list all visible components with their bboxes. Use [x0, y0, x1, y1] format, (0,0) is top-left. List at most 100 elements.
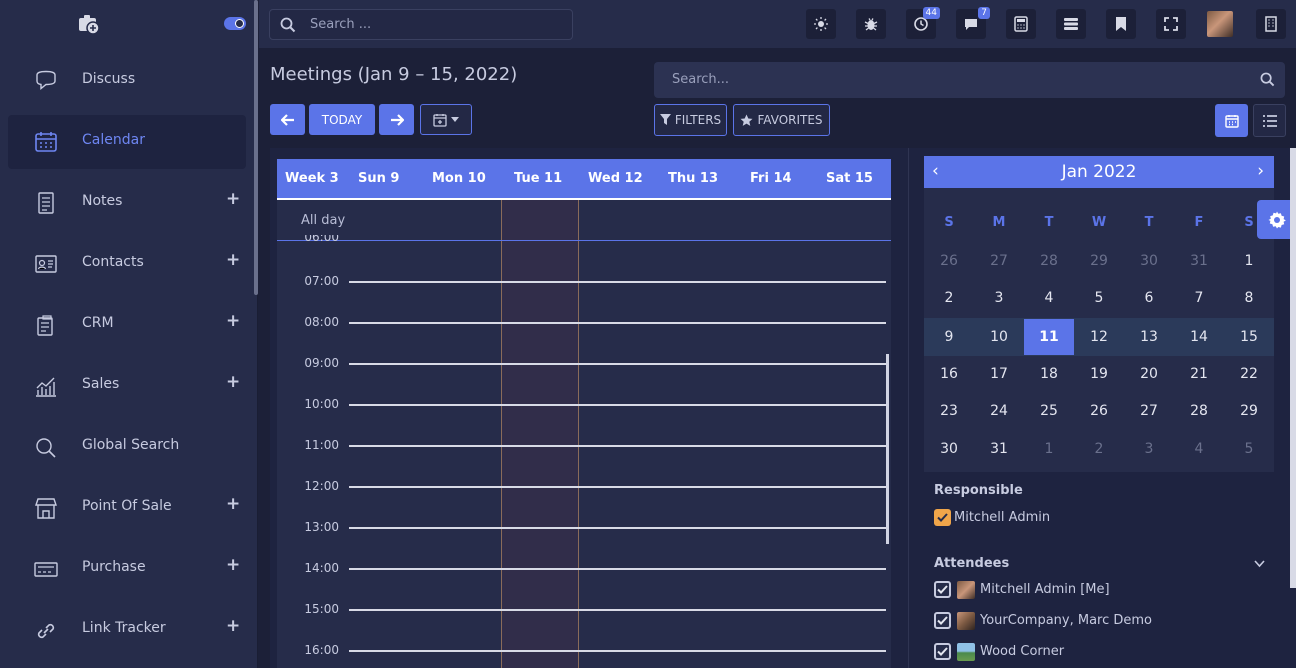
day-header[interactable]: Thu 13 — [668, 171, 718, 186]
sidebar-scrollbar[interactable] — [254, 0, 258, 295]
messages-button[interactable]: 7 — [956, 7, 990, 39]
theme-button[interactable] — [806, 9, 836, 39]
hour-line[interactable] — [349, 281, 886, 283]
today-column[interactable] — [501, 200, 579, 668]
hour-line[interactable] — [349, 568, 886, 570]
mini-calendar-day[interactable]: 4 — [1174, 431, 1224, 467]
mini-calendar-day[interactable]: 9 — [924, 319, 974, 355]
mini-calendar-day[interactable]: 29 — [1074, 243, 1124, 279]
expand-plus-icon[interactable]: + — [226, 250, 240, 270]
fullscreen-button[interactable] — [1156, 9, 1186, 39]
mini-calendar-day[interactable]: 5 — [1074, 280, 1124, 316]
calculator-button[interactable] — [1006, 9, 1036, 39]
user-avatar[interactable] — [1207, 11, 1233, 37]
mini-calendar-day[interactable]: 26 — [924, 243, 974, 279]
day-header[interactable]: Mon 10 — [432, 171, 486, 186]
previous-button[interactable] — [270, 104, 305, 135]
mini-calendar-day[interactable]: 6 — [1124, 280, 1174, 316]
mini-calendar-day[interactable]: 3 — [974, 280, 1024, 316]
mini-calendar-day[interactable]: 31 — [974, 431, 1024, 467]
side-panel-scrollbar[interactable] — [1290, 148, 1296, 588]
calendar-scrollbar[interactable] — [886, 354, 889, 544]
next-button[interactable] — [379, 104, 414, 135]
expand-plus-icon[interactable]: + — [226, 616, 240, 636]
chevron-down-icon[interactable] — [1254, 560, 1265, 568]
mini-calendar-day[interactable]: 1 — [1024, 431, 1074, 467]
mini-calendar-day[interactable]: 20 — [1124, 356, 1174, 392]
today-button[interactable]: TODAY — [309, 104, 375, 135]
mini-calendar-day[interactable]: 26 — [1074, 393, 1124, 429]
mini-calendar-day[interactable]: 31 — [1174, 243, 1224, 279]
mini-calendar-day[interactable]: 7 — [1174, 280, 1224, 316]
hour-line[interactable] — [349, 363, 886, 365]
expand-plus-icon[interactable]: + — [226, 494, 240, 514]
sidebar-item-point-of-sale[interactable]: Point Of Sale + — [8, 481, 246, 535]
mini-calendar-day[interactable]: 13 — [1124, 319, 1174, 355]
hour-line[interactable] — [349, 609, 886, 611]
sidebar-item-discuss[interactable]: Discuss — [8, 54, 246, 108]
expand-plus-icon[interactable]: + — [226, 311, 240, 331]
sidebar-item-sales[interactable]: Sales + — [8, 359, 246, 413]
sidebar-item-purchase[interactable]: Purchase + — [8, 542, 246, 596]
new-event-dropdown[interactable] — [420, 104, 472, 135]
mini-calendar-day[interactable]: 19 — [1074, 356, 1124, 392]
day-header[interactable]: Sat 15 — [826, 171, 873, 186]
day-header[interactable]: Sun 9 — [358, 171, 399, 186]
debug-button[interactable] — [856, 9, 886, 39]
mini-calendar-day[interactable]: 27 — [1124, 393, 1174, 429]
mini-calendar-day[interactable]: 12 — [1074, 319, 1124, 355]
calendar-search-input[interactable]: Search... — [654, 62, 1285, 98]
company-button[interactable] — [1256, 9, 1286, 39]
favorites-button[interactable]: FAVORITES — [733, 104, 830, 136]
mini-calendar-day[interactable]: 10 — [974, 319, 1024, 355]
mini-calendar-day[interactable]: 23 — [924, 393, 974, 429]
mini-calendar-day[interactable]: 27 — [974, 243, 1024, 279]
mini-calendar-day[interactable]: 17 — [974, 356, 1024, 392]
hour-line[interactable] — [349, 486, 886, 488]
expand-plus-icon[interactable]: + — [226, 372, 240, 392]
day-header[interactable]: Wed 12 — [588, 171, 643, 186]
day-header[interactable]: Tue 11 — [514, 171, 562, 186]
sidebar-item-crm[interactable]: CRM + — [8, 298, 246, 352]
theme-toggle[interactable] — [224, 17, 246, 30]
mini-calendar-day[interactable]: 24 — [974, 393, 1024, 429]
mini-calendar-day[interactable]: 11 — [1024, 319, 1074, 355]
camera-plus-icon[interactable] — [78, 13, 100, 35]
mini-next-month-button[interactable]: › — [1257, 161, 1264, 181]
sidebar-item-global-search[interactable]: Global Search — [8, 420, 246, 474]
mini-calendar-day[interactable]: 2 — [924, 280, 974, 316]
mini-calendar-day[interactable]: 4 — [1024, 280, 1074, 316]
mini-calendar-day[interactable]: 2 — [1074, 431, 1124, 467]
hour-line[interactable] — [349, 650, 886, 652]
mini-calendar-day[interactable]: 3 — [1124, 431, 1174, 467]
menu-button[interactable] — [1056, 9, 1086, 39]
list-view-button[interactable] — [1253, 104, 1286, 137]
mini-calendar-day[interactable]: 29 — [1224, 393, 1274, 429]
mini-calendar-day[interactable]: 1 — [1224, 243, 1274, 279]
attendee-checkbox[interactable] — [934, 612, 951, 629]
attendee-checkbox[interactable] — [934, 643, 951, 660]
mini-calendar-day[interactable]: 21 — [1174, 356, 1224, 392]
mini-calendar-day[interactable]: 30 — [1124, 243, 1174, 279]
expand-plus-icon[interactable]: + — [226, 189, 240, 209]
sidebar-item-contacts[interactable]: Contacts + — [8, 237, 246, 291]
mini-calendar-day[interactable]: 25 — [1024, 393, 1074, 429]
sidebar-item-notes[interactable]: Notes + — [8, 176, 246, 230]
mini-calendar-day[interactable]: 28 — [1174, 393, 1224, 429]
mini-calendar-day[interactable]: 5 — [1224, 431, 1274, 467]
hour-line[interactable] — [349, 322, 886, 324]
responsible-checkbox[interactable] — [934, 509, 951, 526]
hour-line[interactable] — [349, 527, 886, 529]
mini-calendar-day[interactable]: 14 — [1174, 319, 1224, 355]
day-header[interactable]: Fri 14 — [750, 171, 792, 186]
calendar-view-button[interactable] — [1215, 104, 1248, 137]
mini-calendar-day[interactable]: 15 — [1224, 319, 1274, 355]
mini-calendar-day[interactable]: 8 — [1224, 280, 1274, 316]
mini-calendar-day[interactable]: 28 — [1024, 243, 1074, 279]
sidebar-item-link-tracker[interactable]: Link Tracker + — [8, 603, 246, 657]
mini-calendar-day[interactable]: 16 — [924, 356, 974, 392]
sidebar-item-calendar[interactable]: Calendar — [8, 115, 246, 169]
mini-calendar-day[interactable]: 22 — [1224, 356, 1274, 392]
expand-plus-icon[interactable]: + — [226, 555, 240, 575]
top-search-input[interactable]: Search ... — [269, 9, 573, 40]
